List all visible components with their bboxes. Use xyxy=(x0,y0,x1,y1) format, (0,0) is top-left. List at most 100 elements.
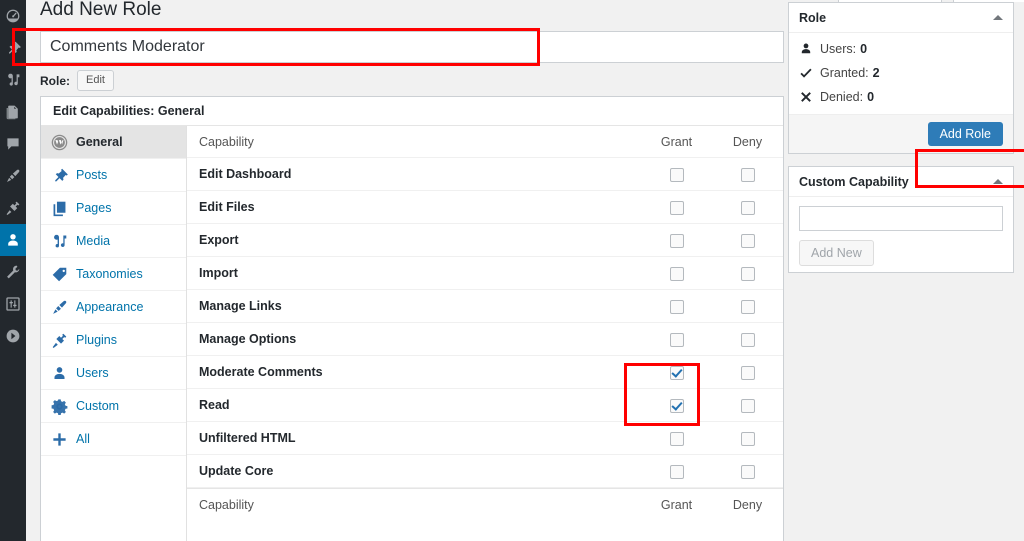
screen-root: Add New Role Role: Edit Edit Capabilitie… xyxy=(0,0,1024,541)
rail-item-tools[interactable] xyxy=(0,256,26,288)
rail-item-comments[interactable] xyxy=(0,128,26,160)
media-icon xyxy=(51,233,68,250)
capability-tab-all[interactable]: All xyxy=(41,423,186,456)
plus-icon xyxy=(51,431,68,448)
deny-checkbox[interactable] xyxy=(741,432,755,446)
media-icon xyxy=(5,72,21,88)
capability-tab-label: Appearance xyxy=(76,300,143,314)
capability-tab-pages[interactable]: Pages xyxy=(41,192,186,225)
capability-name: Edit Files xyxy=(187,200,641,214)
capability-row: Read xyxy=(187,389,783,422)
brush-icon xyxy=(51,299,68,316)
custom-capability-box: Custom Capability Add New xyxy=(788,166,1014,273)
deny-checkbox[interactable] xyxy=(741,366,755,380)
deny-checkbox[interactable] xyxy=(741,399,755,413)
capability-tab-plugins[interactable]: Plugins xyxy=(41,324,186,357)
grant-checkbox[interactable] xyxy=(670,201,684,215)
capability-tab-label: General xyxy=(76,135,123,149)
main-content: Add New Role Role: Edit Edit Capabilitie… xyxy=(26,0,1024,541)
stat-granted-label: Granted: xyxy=(820,66,869,80)
grant-cell xyxy=(641,199,712,215)
wrench-icon xyxy=(5,264,21,280)
deny-checkbox[interactable] xyxy=(741,333,755,347)
grant-checkbox[interactable] xyxy=(670,300,684,314)
grant-cell xyxy=(641,397,712,413)
grant-checkbox[interactable] xyxy=(670,267,684,281)
grant-cell xyxy=(641,298,712,314)
role-slug-edit-button[interactable]: Edit xyxy=(77,70,114,91)
deny-checkbox[interactable] xyxy=(741,201,755,215)
custom-capability-input[interactable] xyxy=(799,206,1003,231)
capability-table: CapabilityGrantDeny Edit Dashboard Edit Fi… xyxy=(187,126,783,541)
capability-tab-general[interactable]: General xyxy=(41,126,186,159)
check-icon xyxy=(799,66,813,80)
grant-checkbox[interactable] xyxy=(670,465,684,479)
capability-tab-label: Plugins xyxy=(76,333,117,347)
grant-checkbox[interactable] xyxy=(670,234,684,248)
capability-tab-users[interactable]: Users xyxy=(41,357,186,390)
rail-item-users[interactable] xyxy=(0,224,26,256)
capability-name: Update Core xyxy=(187,464,641,478)
add-new-capability-button[interactable]: Add New xyxy=(799,240,874,266)
chevron-up-icon[interactable] xyxy=(993,179,1003,184)
deny-cell xyxy=(712,199,783,215)
capability-table-header: CapabilityGrantDeny xyxy=(187,126,783,158)
deny-checkbox[interactable] xyxy=(741,300,755,314)
pin-icon xyxy=(5,40,21,56)
grant-cell xyxy=(641,364,712,380)
capability-row: Manage Links xyxy=(187,290,783,323)
rail-item-media[interactable] xyxy=(0,64,26,96)
dashboard-icon xyxy=(5,8,21,24)
capability-name: Import xyxy=(187,266,641,280)
plug-icon xyxy=(5,200,21,216)
chevron-up-icon[interactable] xyxy=(993,15,1003,20)
role-summary-header[interactable]: Role xyxy=(789,3,1013,33)
deny-cell xyxy=(712,331,783,347)
deny-checkbox[interactable] xyxy=(741,168,755,182)
grant-checkbox[interactable] xyxy=(670,168,684,182)
rail-item-dashboard[interactable] xyxy=(0,0,26,32)
capability-tab-custom[interactable]: Custom xyxy=(41,390,186,423)
grant-checkbox[interactable] xyxy=(670,399,684,413)
capability-tab-media[interactable]: Media xyxy=(41,225,186,258)
capability-tab-posts[interactable]: Posts xyxy=(41,159,186,192)
pin-icon xyxy=(51,167,68,184)
stat-granted: Granted: 2 xyxy=(799,66,1003,80)
grant-checkbox[interactable] xyxy=(670,366,684,380)
capability-name: Manage Links xyxy=(187,299,641,313)
rail-item-appearance[interactable] xyxy=(0,160,26,192)
deny-cell xyxy=(712,463,783,479)
deny-checkbox[interactable] xyxy=(741,234,755,248)
rail-item-pages[interactable] xyxy=(0,96,26,128)
capability-tab-taxonomies[interactable]: Taxonomies xyxy=(41,258,186,291)
add-role-button[interactable]: Add Role xyxy=(928,122,1003,146)
grant-checkbox[interactable] xyxy=(670,333,684,347)
rail-item-collapse[interactable] xyxy=(0,320,26,352)
capability-tab-appearance[interactable]: Appearance xyxy=(41,291,186,324)
stat-users-label: Users: xyxy=(820,42,856,56)
role-summary-box: Role Users: 0 Grante xyxy=(788,2,1014,154)
capability-tab-label: Posts xyxy=(76,168,107,182)
user-icon xyxy=(799,42,813,56)
role-name-field-wrap xyxy=(40,31,784,63)
deny-checkbox[interactable] xyxy=(741,267,755,281)
rail-item-settings[interactable] xyxy=(0,288,26,320)
stat-denied-value: 0 xyxy=(867,90,874,104)
capability-name: Manage Options xyxy=(187,332,641,346)
page-title: Add New Role xyxy=(40,0,161,22)
capability-tab-label: Media xyxy=(76,234,110,248)
right-sidebar: Role Users: 0 Grante xyxy=(788,2,1014,285)
rail-item-posts[interactable] xyxy=(0,32,26,64)
grant-checkbox[interactable] xyxy=(670,432,684,446)
custom-capability-header[interactable]: Custom Capability xyxy=(789,167,1013,197)
deny-checkbox[interactable] xyxy=(741,465,755,479)
pages-icon xyxy=(51,200,68,217)
rail-item-plugins[interactable] xyxy=(0,192,26,224)
role-name-input[interactable] xyxy=(40,31,784,63)
grant-cell xyxy=(641,232,712,248)
grant-cell xyxy=(641,331,712,347)
capability-table-footer: CapabilityGrantDeny xyxy=(187,488,783,520)
stat-granted-value: 2 xyxy=(873,66,880,80)
capability-tab-label: Custom xyxy=(76,399,119,413)
capability-name: Edit Dashboard xyxy=(187,167,641,181)
